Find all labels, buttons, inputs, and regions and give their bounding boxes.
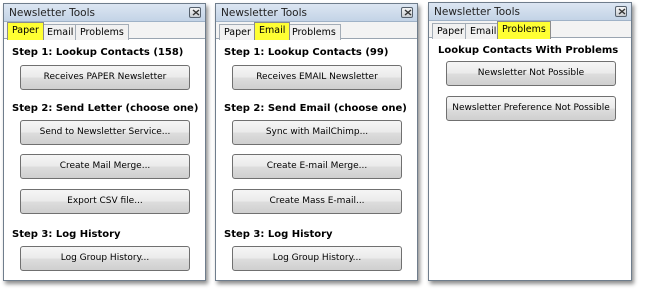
newsletter-preference-not-possible-button[interactable]: Newsletter Preference Not Possible <box>446 96 616 121</box>
button-label: Send to Newsletter Service... <box>39 127 171 137</box>
close-icon[interactable] <box>189 7 201 18</box>
title-bar[interactable]: Newsletter Tools <box>4 4 205 22</box>
button-label: Create Mail Merge... <box>59 161 151 171</box>
button-label: Log Group History... <box>272 253 362 263</box>
create-email-merge-button[interactable]: Create E-mail Merge... <box>232 154 402 179</box>
button-label: Create Mass E-mail... <box>269 196 365 206</box>
tab-problems[interactable]: Problems <box>497 21 551 39</box>
sync-with-mailchimp-button[interactable]: Sync with MailChimp... <box>232 120 402 145</box>
tab-content-paper: Step 1: Lookup Contacts (158) Receives P… <box>4 40 205 280</box>
close-icon[interactable] <box>615 6 627 17</box>
log-group-history-button[interactable]: Log Group History... <box>20 246 190 271</box>
step3-heading: Step 3: Log History <box>224 229 333 240</box>
tab-email[interactable]: Email <box>42 24 79 40</box>
tab-content-email: Step 1: Lookup Contacts (99) Receives EM… <box>216 40 417 280</box>
button-label: Sync with MailChimp... <box>265 127 369 137</box>
newsletter-tools-panel-paper: Newsletter Tools Paper Email Problems St… <box>3 3 206 281</box>
button-label: Export CSV file... <box>67 196 143 206</box>
tab-paper[interactable]: Paper <box>219 24 256 40</box>
newsletter-not-possible-button[interactable]: Newsletter Not Possible <box>446 61 616 86</box>
step2-heading: Step 2: Send Letter (choose one) <box>12 103 199 114</box>
step1-heading: Step 1: Lookup Contacts (99) <box>224 47 389 58</box>
newsletter-tools-panel-email: Newsletter Tools Paper Email Problems St… <box>215 3 418 281</box>
step2-heading: Step 2: Send Email (choose one) <box>224 103 407 114</box>
button-label: Log Group History... <box>60 253 150 263</box>
window-title: Newsletter Tools <box>9 7 95 19</box>
tab-content-problems: Lookup Contacts With Problems Newsletter… <box>429 39 631 280</box>
create-mass-email-button[interactable]: Create Mass E-mail... <box>232 189 402 214</box>
button-label: Receives EMAIL Newsletter <box>256 72 378 82</box>
tab-strip: Paper Email Problems <box>429 21 631 39</box>
tab-paper[interactable]: Paper <box>432 23 469 39</box>
step3-heading: Step 3: Log History <box>12 229 121 240</box>
button-label: Create E-mail Merge... <box>266 161 368 171</box>
newsletter-tools-panel-problems: Newsletter Tools Paper Email Problems Lo… <box>428 2 632 281</box>
window-title: Newsletter Tools <box>221 7 307 19</box>
create-mail-merge-button[interactable]: Create Mail Merge... <box>20 154 190 179</box>
export-csv-button[interactable]: Export CSV file... <box>20 189 190 214</box>
tab-strip: Paper Email Problems <box>4 22 205 40</box>
window-title: Newsletter Tools <box>434 6 520 18</box>
tab-email[interactable]: Email <box>465 23 502 39</box>
tab-email[interactable]: Email <box>254 22 291 40</box>
title-bar[interactable]: Newsletter Tools <box>216 4 417 22</box>
send-to-newsletter-service-button[interactable]: Send to Newsletter Service... <box>20 120 190 145</box>
tab-paper[interactable]: Paper <box>7 22 44 40</box>
button-label: Newsletter Preference Not Possible <box>452 103 610 113</box>
tab-problems[interactable]: Problems <box>287 24 341 40</box>
button-label: Newsletter Not Possible <box>477 68 585 78</box>
step1-heading: Step 1: Lookup Contacts (158) <box>12 47 184 58</box>
log-group-history-button[interactable]: Log Group History... <box>232 246 402 271</box>
tab-strip: Paper Email Problems <box>216 22 417 40</box>
problems-heading: Lookup Contacts With Problems <box>438 45 619 56</box>
receives-paper-newsletter-button[interactable]: Receives PAPER Newsletter <box>20 65 190 90</box>
receives-email-newsletter-button[interactable]: Receives EMAIL Newsletter <box>232 65 402 90</box>
tab-problems[interactable]: Problems <box>75 24 129 40</box>
title-bar[interactable]: Newsletter Tools <box>429 3 631 21</box>
button-label: Receives PAPER Newsletter <box>43 72 167 82</box>
close-icon[interactable] <box>401 7 413 18</box>
